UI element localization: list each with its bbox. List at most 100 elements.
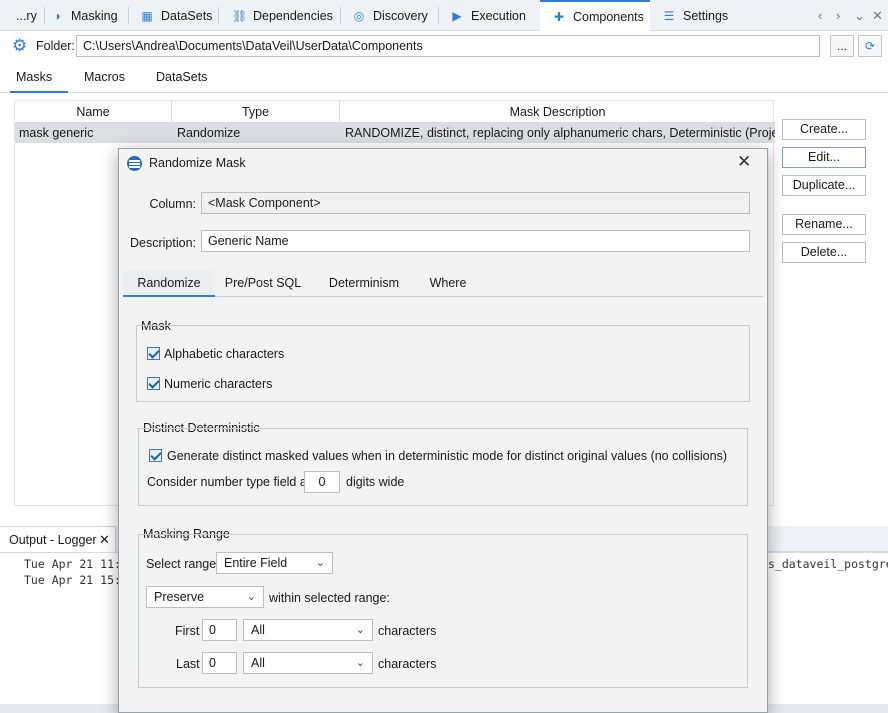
log-line: Tue Apr 21 11: (24, 557, 121, 571)
select-range-label: Select range: (146, 557, 220, 571)
components-sub-tabs: Masks Macros DataSets (0, 63, 888, 93)
create-button[interactable]: Create... (782, 119, 866, 140)
preserve-value: Preserve (154, 590, 205, 604)
last-unit-dropdown[interactable]: All ⌄ (243, 652, 373, 674)
digits-wide-suffix: digits wide (346, 475, 405, 489)
numeric-checkbox[interactable] (147, 377, 160, 390)
alphabetic-label[interactable]: Alphabetic characters (164, 347, 284, 361)
within-range-label: within selected range: (269, 591, 390, 605)
tab-label: Settings (683, 8, 729, 23)
chevron-down-icon[interactable]: ⌄ (854, 8, 865, 24)
log-line-tail: s_dataveil_postgre (768, 557, 888, 571)
link-icon: ⛓ (232, 8, 248, 23)
tab-label: Execution (471, 8, 526, 23)
log-line: Tue Apr 21 15: (24, 573, 121, 587)
last-suffix: characters (378, 657, 437, 671)
output-logger-tab[interactable]: Output - Logger ✕ (0, 526, 116, 552)
delete-button[interactable]: Delete... (782, 242, 866, 263)
digits-wide-input[interactable]: 0 (304, 471, 340, 493)
folder-label: Folder: (36, 39, 75, 53)
tab-where[interactable]: Where (417, 271, 479, 297)
chevron-right-icon[interactable]: › (836, 8, 840, 23)
generate-distinct-label[interactable]: Generate distinct masked values when in … (167, 449, 727, 463)
tab-discovery[interactable]: ◎ Discovery (340, 0, 436, 31)
masking-icon: ◑ (53, 8, 61, 23)
duplicate-button[interactable]: Duplicate... (782, 175, 866, 196)
randomize-mask-dialog: Randomize Mask ✕ Column: <Mask Component… (118, 148, 768, 713)
play-icon: ▶ (452, 8, 462, 23)
column-header-name[interactable]: Name (15, 101, 172, 123)
dialog-tabs: Randomize Pre/Post SQL Determinism Where (123, 271, 763, 297)
chevron-down-icon: ⌄ (355, 624, 365, 636)
output-tab-label: Output - Logger (9, 533, 97, 547)
main-tab-bar: ...ry ◑ Masking ▦ DataSets ⛓ Dependencie… (0, 0, 888, 32)
tab-label: DataSets (161, 8, 213, 23)
cell-description: RANDOMIZE, distinct, replacing only alph… (345, 126, 775, 140)
dataveil-logo-icon (127, 156, 142, 171)
tab-components[interactable]: ✚ Components (540, 0, 650, 32)
chevron-down-icon: ⌄ (355, 657, 365, 669)
description-input[interactable]: Generic Name (201, 230, 750, 252)
tab-settings[interactable]: ☰ Settings (650, 0, 740, 31)
sliders-icon: ☰ (663, 8, 675, 23)
tab-label: Masking (71, 8, 118, 23)
browse-button[interactable]: ... (830, 35, 854, 57)
tab-label: Components (573, 10, 644, 24)
numeric-label[interactable]: Numeric characters (164, 377, 272, 391)
folder-path-input[interactable]: C:\Users\Andrea\Documents\DataVeil\UserD… (76, 35, 820, 57)
last-label: Last (176, 657, 200, 671)
table-header: Name Type Mask Description (15, 101, 775, 123)
first-unit-value: All (251, 623, 265, 637)
tab-pre-post-sql[interactable]: Pre/Post SQL (219, 271, 307, 297)
rename-button[interactable]: Rename... (782, 214, 866, 235)
chevron-down-icon: ⌄ (246, 591, 256, 603)
distinct-deterministic-group (138, 428, 748, 506)
first-count-input[interactable]: 0 (202, 619, 237, 641)
alphabetic-checkbox[interactable] (147, 347, 160, 360)
preserve-dropdown[interactable]: Preserve ⌄ (146, 586, 264, 608)
edit-button[interactable]: Edit... (782, 147, 866, 168)
tab-macros[interactable]: Macros (84, 70, 125, 84)
tab-execution[interactable]: ▶ Execution (438, 0, 538, 31)
tab-label: Discovery (373, 8, 428, 23)
chevron-down-icon: ⌄ (315, 557, 325, 569)
description-label: Description: (130, 236, 196, 250)
tab-determinism[interactable]: Determinism (319, 271, 409, 297)
column-header-description[interactable]: Mask Description (340, 101, 775, 123)
select-range-value: Entire Field (224, 556, 288, 570)
target-icon: ◎ (353, 8, 365, 23)
tab-randomize[interactable]: Randomize (123, 271, 215, 297)
folder-row: ⚙ Folder: C:\Users\Andrea\Documents\Data… (0, 31, 888, 61)
consider-number-label: Consider number type field as (147, 475, 314, 489)
column-label: Column: (149, 197, 196, 211)
table-row[interactable]: mask generic Randomize RANDOMIZE, distin… (15, 123, 775, 143)
grid-icon: ▦ (141, 8, 153, 23)
first-suffix: characters (378, 624, 437, 638)
tab-dependencies[interactable]: ⛓ Dependencies (220, 0, 340, 31)
chevron-left-icon[interactable]: ‹ (818, 8, 822, 23)
first-unit-dropdown[interactable]: All ⌄ (243, 619, 373, 641)
cell-type: Randomize (177, 126, 241, 140)
tab-datasets[interactable]: ▦ DataSets (128, 0, 218, 31)
generate-distinct-checkbox[interactable] (149, 449, 162, 462)
puzzle-icon: ✚ (553, 10, 565, 24)
last-count-input[interactable]: 0 (202, 652, 237, 674)
first-label: First (175, 624, 200, 638)
column-field: <Mask Component> (201, 192, 750, 214)
cell-name: mask generic (19, 126, 94, 140)
tab-separator (218, 7, 219, 24)
last-unit-value: All (251, 656, 265, 670)
dialog-title: Randomize Mask (149, 156, 246, 170)
tab-masking[interactable]: ◑ Masking (38, 0, 130, 31)
tab-masks[interactable]: Masks (9, 70, 69, 93)
tab-label: Dependencies (253, 8, 333, 23)
tab-label: ...ry (16, 8, 37, 23)
select-range-dropdown[interactable]: Entire Field ⌄ (216, 552, 333, 574)
close-icon[interactable]: ✕ (737, 152, 751, 172)
column-header-type[interactable]: Type (172, 101, 340, 123)
tab-sub-datasets[interactable]: DataSets (156, 70, 207, 84)
gear-icon[interactable]: ⚙ (12, 37, 29, 54)
close-icon[interactable]: ✕ (872, 8, 883, 24)
refresh-icon[interactable]: ⟳ (858, 35, 882, 57)
close-icon[interactable]: ✕ (99, 532, 110, 548)
